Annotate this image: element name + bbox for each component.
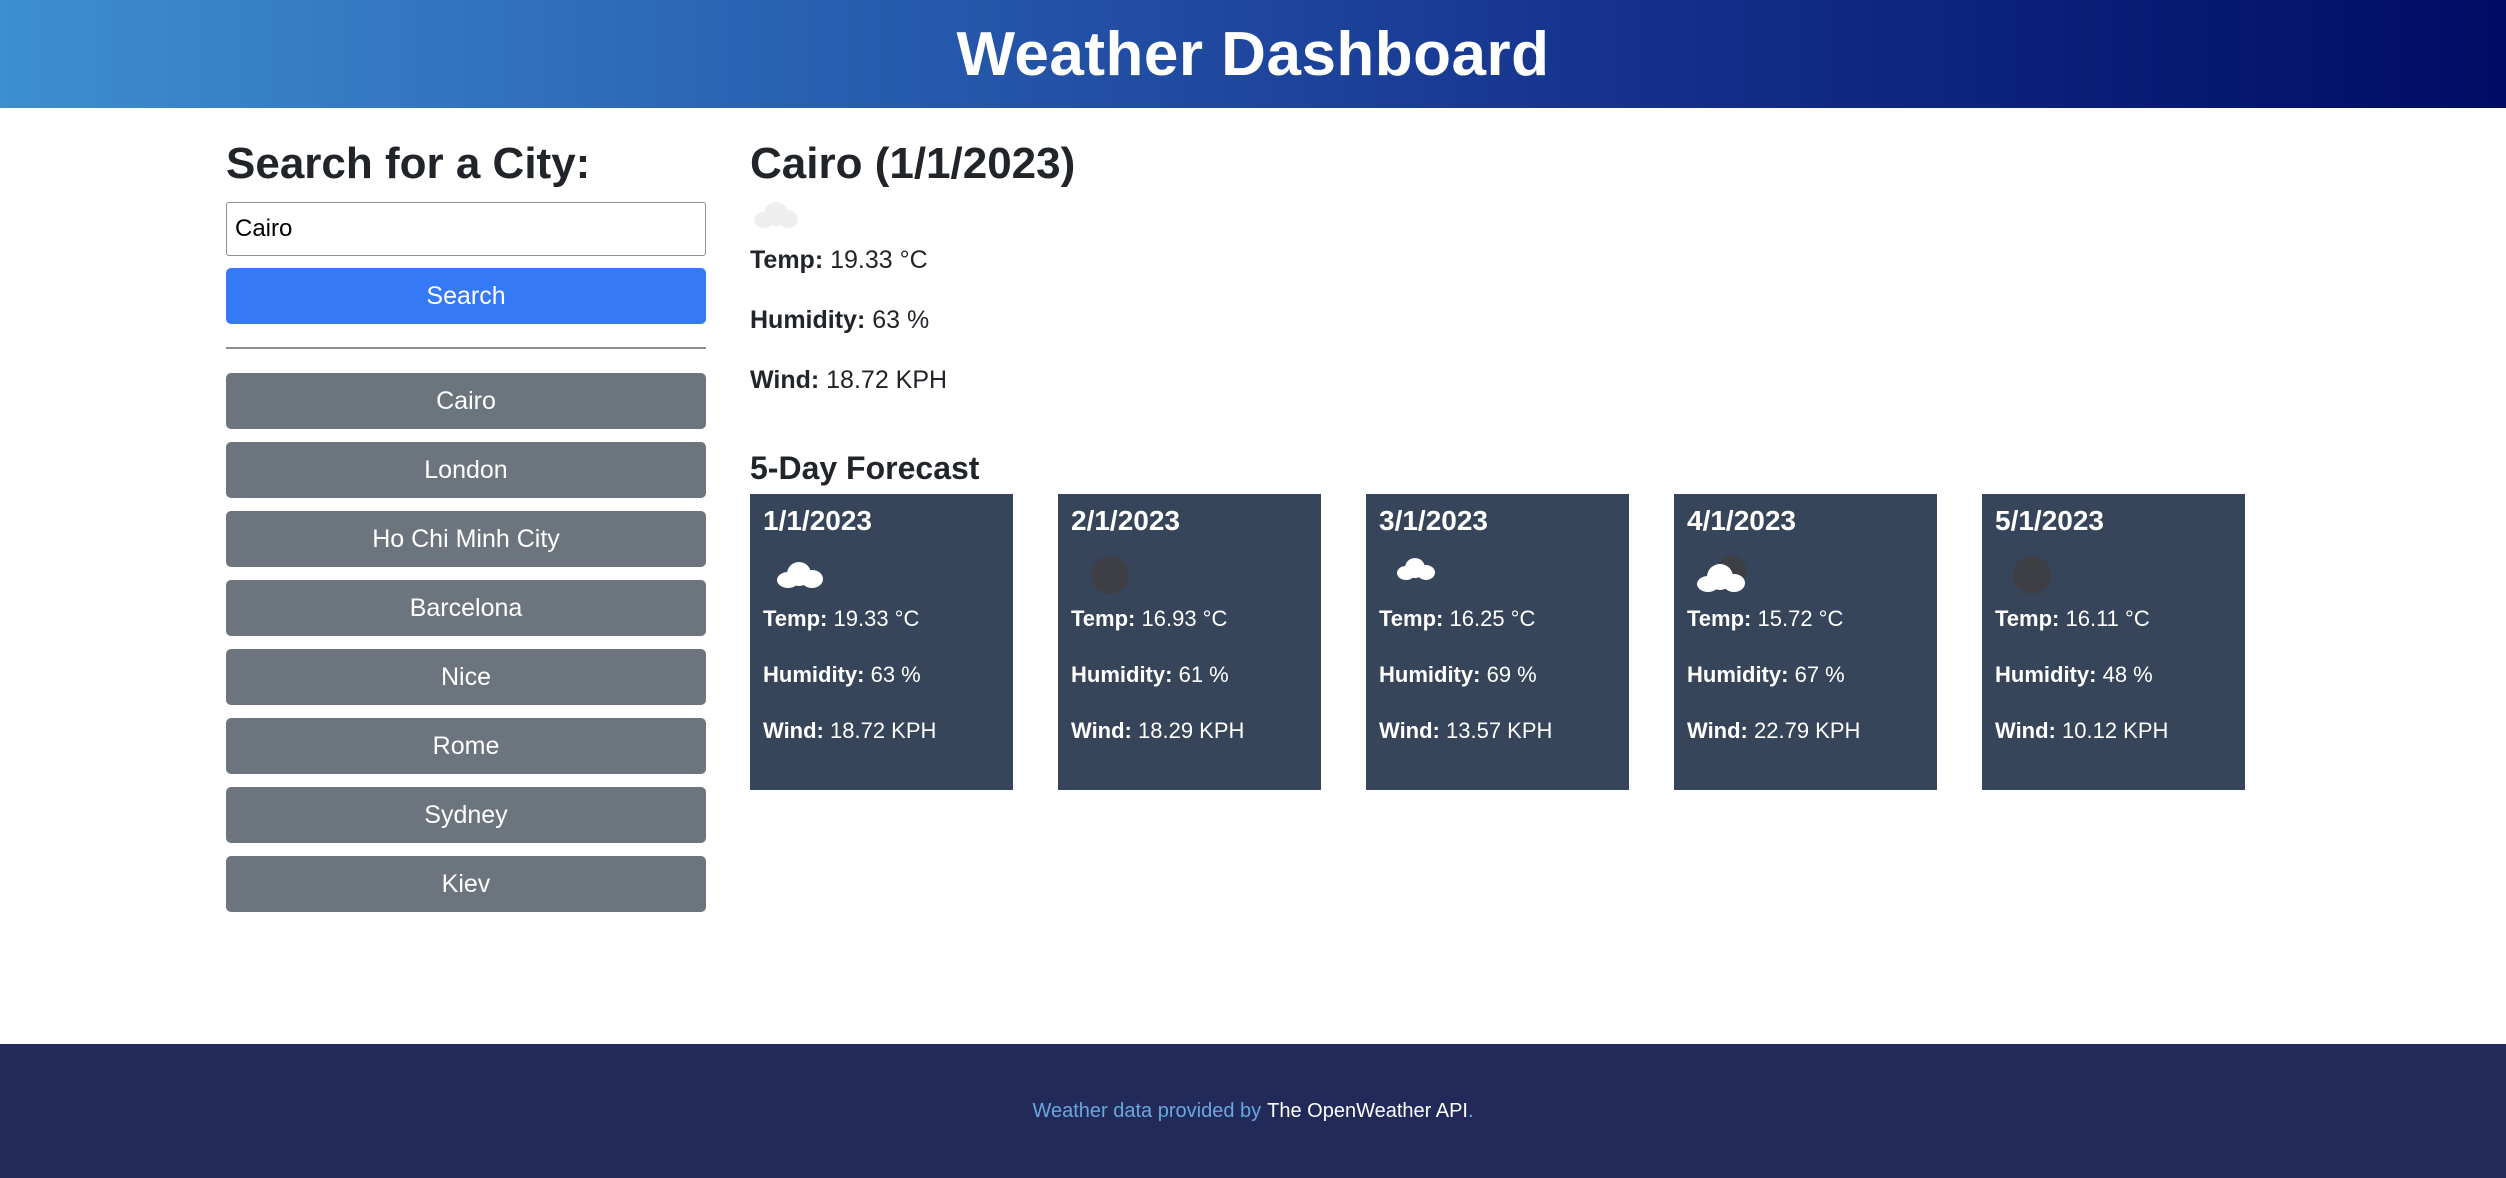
forecast-date: 1/1/2023 (763, 505, 872, 536)
forecast-temp: Temp: 15.72 °C (1687, 606, 1844, 631)
current-city-title: Cairo (1/1/2023) (750, 139, 1076, 188)
forecast-humidity: Humidity: 61 % (1071, 662, 1229, 687)
history-city-button[interactable]: London (226, 442, 706, 498)
forecast-wind: Wind: 22.79 KPH (1687, 718, 1861, 743)
forecast-card: 5/1/2023 Temp: 16.11 °C Humidity: 48 % W… (1982, 494, 2245, 790)
forecast-humidity: Humidity: 69 % (1379, 662, 1537, 687)
history-city-button[interactable]: Sydney (226, 787, 706, 843)
forecast-date: 3/1/2023 (1379, 505, 1488, 536)
partly-cloudy-icon (1687, 548, 1747, 594)
search-heading: Search for a City: (226, 139, 591, 188)
cloud-icon (1379, 548, 1439, 594)
page-footer: Weather data provided by The OpenWeather… (0, 1044, 2506, 1178)
history-city-button[interactable]: Ho Chi Minh City (226, 511, 706, 567)
cloud-icon (750, 196, 810, 236)
forecast-temp: Temp: 16.11 °C (1995, 606, 2150, 631)
history-city-button[interactable]: Cairo (226, 373, 706, 429)
forecast-temp: Temp: 16.93 °C (1071, 606, 1228, 631)
forecast-humidity: Humidity: 63 % (763, 662, 921, 687)
history-city-button[interactable]: Rome (226, 718, 706, 774)
forecast-date: 5/1/2023 (1995, 505, 2104, 536)
cloud-icon (763, 548, 823, 594)
sidebar-divider (226, 347, 706, 349)
current-humidity: Humidity: 63 % (750, 306, 930, 334)
forecast-card: 1/1/2023 Temp: 19.33 °C Humidity: 63 % W… (750, 494, 1013, 790)
footer-credit-text: Weather data provided by (1032, 1099, 1262, 1122)
page-title: Weather Dashboard (956, 19, 1550, 89)
history-city-button[interactable]: Kiev (226, 856, 706, 912)
footer-period: . (1467, 1099, 1474, 1122)
history-city-button[interactable]: Barcelona (226, 580, 706, 636)
openweather-link[interactable]: The OpenWeather API (1267, 1100, 1468, 1123)
forecast-temp: Temp: 19.33 °C (763, 606, 920, 631)
forecast-heading: 5-Day Forecast (750, 450, 980, 486)
forecast-humidity: Humidity: 48 % (1995, 662, 2153, 687)
search-sidebar: Search for a City: Search Cairo London H… (226, 108, 706, 925)
forecast-date: 2/1/2023 (1071, 505, 1180, 536)
forecast-wind: Wind: 18.29 KPH (1071, 718, 1245, 743)
forecast-temp: Temp: 16.25 °C (1379, 606, 1536, 631)
forecast-cards: 1/1/2023 Temp: 19.33 °C Humidity: 63 % W… (750, 494, 2290, 790)
forecast-wind: Wind: 10.12 KPH (1995, 718, 2169, 743)
history-city-button[interactable]: Nice (226, 649, 706, 705)
forecast-wind: Wind: 13.57 KPH (1379, 718, 1553, 743)
dark-cloud-icon (1995, 548, 2055, 594)
forecast-wind: Wind: 18.72 KPH (763, 718, 937, 743)
app-header: Weather Dashboard (0, 0, 2506, 108)
forecast-card: 2/1/2023 Temp: 16.93 °C Humidity: 61 % W… (1058, 494, 1321, 790)
forecast-humidity: Humidity: 67 % (1687, 662, 1845, 687)
forecast-card: 4/1/2023 Temp: 15.72 °C Humidity: 67 % W… (1674, 494, 1937, 790)
forecast-card: 3/1/2023 Temp: 16.25 °C Humidity: 69 % W… (1366, 494, 1629, 790)
search-history-list: Cairo London Ho Chi Minh City Barcelona … (226, 373, 706, 912)
current-wind: Wind: 18.72 KPH (750, 366, 948, 394)
city-search-input[interactable] (226, 202, 706, 256)
current-temp: Temp: 19.33 °C (750, 246, 928, 274)
forecast-date: 4/1/2023 (1687, 505, 1796, 536)
search-button[interactable]: Search (226, 268, 706, 324)
dark-cloud-icon (1071, 548, 1131, 594)
weather-main: Cairo (1/1/2023) Temp: 19.33 °C Humidity… (750, 108, 2290, 790)
